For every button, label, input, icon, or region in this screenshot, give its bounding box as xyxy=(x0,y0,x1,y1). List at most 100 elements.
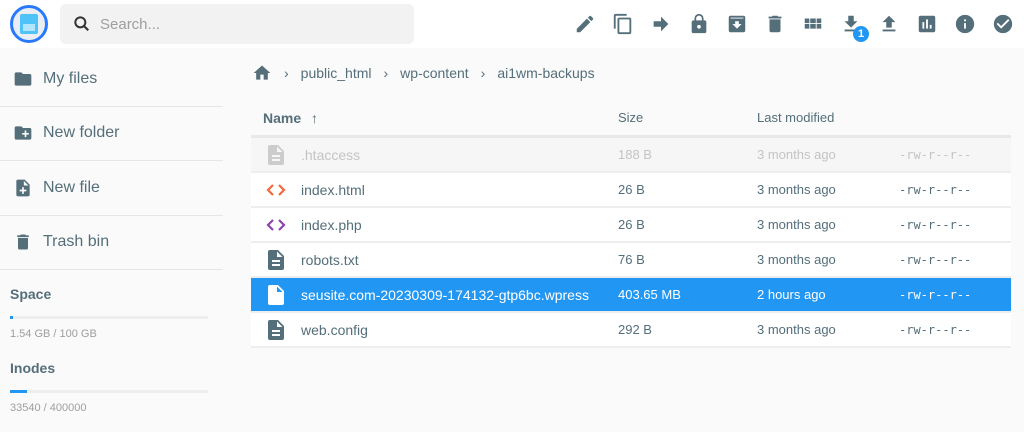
sidebar: My files New folder New file Trash bin S… xyxy=(0,52,223,414)
sidebar-item-label: My files xyxy=(43,69,98,87)
space-usage: Space 1.54 GB / 100 GB xyxy=(0,286,223,340)
file-name: index.html xyxy=(301,181,365,198)
file-name: index.php xyxy=(301,216,362,233)
file-permissions: -rw-r--r-- xyxy=(899,322,972,337)
breadcrumb-item[interactable]: public_html xyxy=(301,65,372,81)
upload-icon xyxy=(882,15,896,32)
file-permissions: -rw-r--r-- xyxy=(899,182,972,197)
download-count-badge: 1 xyxy=(853,26,869,42)
file-size: 26 B xyxy=(618,182,645,197)
move-button[interactable] xyxy=(642,12,680,36)
chevron-right-icon: › xyxy=(284,65,289,81)
floppy-disk-icon xyxy=(20,14,38,34)
file-blank-icon xyxy=(251,283,301,307)
chevron-right-icon: › xyxy=(383,65,389,81)
space-text: 1.54 GB / 100 GB xyxy=(10,328,97,340)
chevron-right-icon: › xyxy=(480,65,486,81)
file-permissions: -rw-r--r-- xyxy=(899,147,972,162)
breadcrumb-item[interactable]: wp-content xyxy=(400,65,468,81)
table-row[interactable]: .htaccess 188 B 3 months ago -rw-r--r-- xyxy=(251,138,1011,173)
check-circle-icon xyxy=(993,14,1013,34)
inodes-usage: Inodes 33540 / 400000 xyxy=(0,360,223,414)
space-progress-bar xyxy=(10,316,208,319)
archive-icon xyxy=(728,15,746,33)
file-size: 403.65 MB xyxy=(618,287,681,302)
table-row[interactable]: index.html 26 B 3 months ago -rw-r--r-- xyxy=(251,173,1011,208)
select-button[interactable] xyxy=(984,12,1022,36)
archive-button[interactable] xyxy=(718,12,756,36)
lock-icon xyxy=(691,13,707,34)
home-icon[interactable] xyxy=(252,63,272,83)
search-icon xyxy=(74,16,90,32)
space-progress-fill xyxy=(10,316,14,319)
file-size: 76 B xyxy=(618,252,645,267)
sort-by-modified[interactable]: Last modified xyxy=(757,110,899,125)
folder-plus-icon xyxy=(14,126,32,140)
sidebar-item-my-files[interactable]: My files xyxy=(0,52,223,107)
file-modified: 3 months ago xyxy=(757,147,836,162)
permissions-button[interactable] xyxy=(680,12,718,36)
file-size: 292 B xyxy=(618,322,652,337)
info-button[interactable] xyxy=(946,12,984,36)
file-size: 26 B xyxy=(618,217,645,232)
code-html-icon xyxy=(251,178,301,202)
upload-button[interactable] xyxy=(870,12,908,36)
rename-button[interactable] xyxy=(566,12,604,36)
copy-icon xyxy=(613,13,632,35)
file-plus-icon xyxy=(16,179,30,197)
chart-icon xyxy=(918,15,936,33)
trash-icon xyxy=(768,15,782,33)
file-doc-icon xyxy=(251,143,301,167)
file-permissions: -rw-r--r-- xyxy=(899,252,972,267)
app-logo[interactable] xyxy=(10,5,48,43)
top-bar: 1 xyxy=(0,0,1024,48)
arrow-up-icon: ↑ xyxy=(311,109,319,126)
sidebar-item-new-folder[interactable]: New folder xyxy=(0,107,223,161)
table-header: Name ↑ Size Last modified xyxy=(251,100,1011,138)
arrow-right-icon xyxy=(653,16,669,32)
file-size: 188 B xyxy=(618,147,652,162)
code-php-icon xyxy=(251,213,301,237)
file-modified: 3 months ago xyxy=(757,217,836,232)
file-name: robots.txt xyxy=(301,251,359,268)
file-modified: 3 months ago xyxy=(757,252,836,267)
inodes-progress-fill xyxy=(10,390,27,393)
trash-icon xyxy=(17,234,29,250)
inodes-progress-bar xyxy=(10,390,208,393)
inodes-text: 33540 / 400000 xyxy=(10,402,87,414)
file-doc-icon xyxy=(251,318,301,342)
file-modified: 2 hours ago xyxy=(757,287,826,302)
copy-button[interactable] xyxy=(604,12,642,36)
grid-icon xyxy=(804,18,822,29)
usage-button[interactable] xyxy=(908,12,946,36)
download-button[interactable]: 1 xyxy=(832,12,870,42)
inodes-title: Inodes xyxy=(10,360,56,376)
sort-by-name[interactable]: Name ↑ xyxy=(251,110,618,126)
switch-view-button[interactable] xyxy=(794,12,832,36)
table-row[interactable]: index.php 26 B 3 months ago -rw-r--r-- xyxy=(251,208,1011,243)
sidebar-item-trash-bin[interactable]: Trash bin xyxy=(0,216,223,270)
file-permissions: -rw-r--r-- xyxy=(899,287,972,302)
file-doc-icon xyxy=(251,248,301,272)
search-input[interactable] xyxy=(100,15,299,33)
sidebar-item-label: New folder xyxy=(43,124,120,142)
sort-by-size[interactable]: Size xyxy=(618,110,757,125)
sidebar-item-label: New file xyxy=(43,178,100,196)
breadcrumb: › public_html › wp-content › ai1wm-backu… xyxy=(252,62,595,84)
sidebar-item-new-file[interactable]: New file xyxy=(0,161,223,216)
pencil-icon xyxy=(576,15,594,33)
breadcrumb-item[interactable]: ai1wm-backups xyxy=(497,65,594,81)
table-row[interactable]: web.config 292 B 3 months ago -rw-r--r-- xyxy=(251,313,1011,348)
table-row[interactable]: robots.txt 76 B 3 months ago -rw-r--r-- xyxy=(251,243,1011,278)
table-row[interactable]: seusite.com-20230309-174132-gtp6bc.wpres… xyxy=(251,278,1011,313)
folder-icon xyxy=(14,72,32,86)
file-name: .htaccess xyxy=(301,146,361,163)
file-modified: 3 months ago xyxy=(757,322,836,337)
space-title: Space xyxy=(10,286,52,302)
file-list: Name ↑ Size Last modified .htaccess 188 … xyxy=(251,100,1011,348)
file-modified: 3 months ago xyxy=(757,182,836,197)
file-name: web.config xyxy=(301,321,368,338)
search-box[interactable] xyxy=(60,4,414,44)
delete-button[interactable] xyxy=(756,12,794,36)
file-permissions: -rw-r--r-- xyxy=(899,217,972,232)
